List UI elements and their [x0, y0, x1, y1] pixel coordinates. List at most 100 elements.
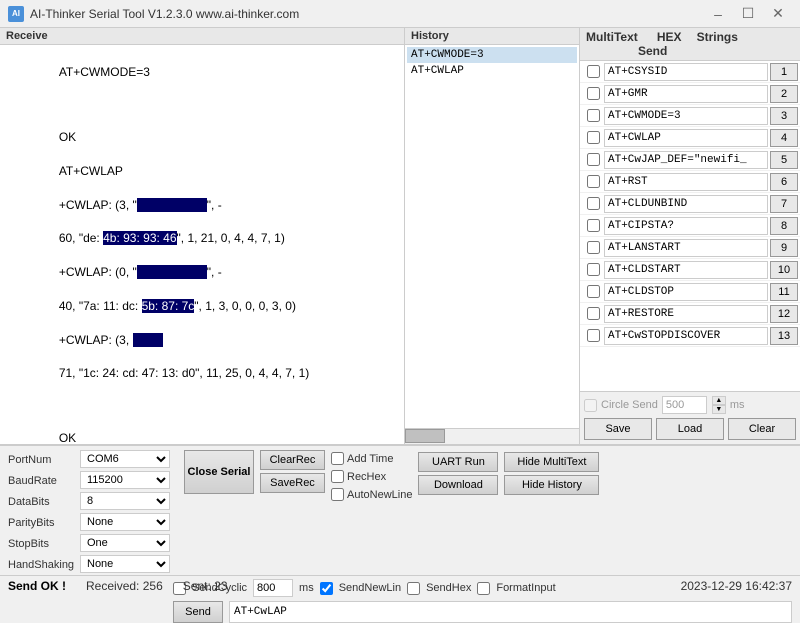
mt-send-btn-2[interactable]: 2 [770, 85, 798, 103]
mt-checkbox-11[interactable] [582, 285, 604, 298]
history-list[interactable]: AT+CWMODE=3 AT+CWLAP [405, 45, 579, 428]
mt-row-9: 9 [580, 237, 800, 259]
mt-check-3[interactable] [587, 109, 600, 122]
mt-checkbox-9[interactable] [582, 241, 604, 254]
format-input-checkbox[interactable] [477, 582, 490, 595]
circle-send-input[interactable] [662, 396, 707, 414]
mt-input-6[interactable] [604, 173, 768, 191]
mt-input-1[interactable] [604, 63, 768, 81]
history-label: History [405, 28, 579, 45]
mt-checkbox-6[interactable] [582, 175, 604, 188]
autonewline-row: AutoNewLine [331, 488, 412, 501]
mt-send-btn-6[interactable]: 6 [770, 173, 798, 191]
baudrate-select[interactable]: 115200 [80, 471, 170, 489]
mt-input-4[interactable] [604, 129, 768, 147]
mt-input-5[interactable] [604, 151, 768, 169]
rechex-checkbox[interactable] [331, 470, 344, 483]
mt-check-12[interactable] [587, 307, 600, 320]
hide-multitext-button[interactable]: Hide MultiText [504, 452, 599, 472]
mt-input-13[interactable] [604, 327, 768, 345]
mt-checkbox-2[interactable] [582, 87, 604, 100]
mt-send-btn-10[interactable]: 10 [770, 261, 798, 279]
mt-clear-button[interactable]: Clear [728, 418, 796, 440]
mt-hex-header: HEX [657, 30, 682, 44]
mt-input-9[interactable] [604, 239, 768, 257]
mt-checkbox-10[interactable] [582, 263, 604, 276]
mt-checkbox-7[interactable] [582, 197, 604, 210]
mt-checkbox-1[interactable] [582, 65, 604, 78]
clearrec-button[interactable]: ClearRec [260, 450, 325, 470]
send-button[interactable]: Send [173, 601, 223, 623]
mt-check-8[interactable] [587, 219, 600, 232]
mt-load-button[interactable]: Load [656, 418, 724, 440]
mt-row-5: 5 [580, 149, 800, 171]
mt-save-button[interactable]: Save [584, 418, 652, 440]
circle-spin-down[interactable]: ▼ [712, 405, 726, 414]
close-button[interactable]: ✕ [764, 0, 792, 28]
portnum-select[interactable]: COM6 [80, 450, 170, 468]
mt-send-btn-8[interactable]: 8 [770, 217, 798, 235]
mt-send-btn-3[interactable]: 3 [770, 107, 798, 125]
mt-check-2[interactable] [587, 87, 600, 100]
send-hex-checkbox[interactable] [407, 582, 420, 595]
saverec-button[interactable]: SaveRec [260, 473, 325, 493]
send-input[interactable] [229, 601, 792, 623]
mt-send-btn-13[interactable]: 13 [770, 327, 798, 345]
uart-run-button[interactable]: UART Run [418, 452, 498, 472]
mt-check-5[interactable] [587, 153, 600, 166]
stopbits-select[interactable]: One [80, 534, 170, 552]
paritybits-select[interactable]: None [80, 513, 170, 531]
mt-check-11[interactable] [587, 285, 600, 298]
mt-check-6[interactable] [587, 175, 600, 188]
maximize-button[interactable]: ☐ [734, 0, 762, 28]
mt-input-12[interactable] [604, 305, 768, 323]
mt-send-btn-5[interactable]: 5 [770, 151, 798, 169]
mt-checkbox-13[interactable] [582, 329, 604, 342]
mt-checkbox-3[interactable] [582, 109, 604, 122]
handshaking-select[interactable]: None [80, 555, 170, 573]
add-time-checkbox[interactable] [331, 452, 344, 465]
mt-check-9[interactable] [587, 241, 600, 254]
receive-panel: Receive AT+CWMODE=3 OK AT+CWLAP +CWLAP: … [0, 28, 405, 444]
paritybits-label: ParityBits [8, 513, 78, 533]
mt-check-10[interactable] [587, 263, 600, 276]
mt-checkbox-5[interactable] [582, 153, 604, 166]
mt-row-12: 12 [580, 303, 800, 325]
mt-check-1[interactable] [587, 65, 600, 78]
mt-row-4: 4 [580, 127, 800, 149]
mt-checkbox-12[interactable] [582, 307, 604, 320]
mt-input-8[interactable] [604, 217, 768, 235]
mt-input-7[interactable] [604, 195, 768, 213]
circle-send-checkbox[interactable] [584, 399, 597, 412]
minimize-button[interactable]: – [704, 0, 732, 28]
mt-send-btn-12[interactable]: 12 [770, 305, 798, 323]
mt-check-13[interactable] [587, 329, 600, 342]
hide-history-button[interactable]: Hide History [504, 475, 599, 495]
close-serial-button[interactable]: Close Serial [184, 450, 254, 494]
mt-send-btn-7[interactable]: 7 [770, 195, 798, 213]
mt-checkbox-8[interactable] [582, 219, 604, 232]
send-newlin-checkbox[interactable] [320, 582, 333, 595]
circle-spin-up[interactable]: ▲ [712, 396, 726, 405]
redacted-5 [133, 333, 163, 347]
received-value: 256 [143, 579, 163, 593]
send-hex-label: SendHex [426, 582, 471, 594]
mt-check-4[interactable] [587, 131, 600, 144]
history-item-1[interactable]: AT+CWMODE=3 [407, 47, 577, 63]
mt-check-7[interactable] [587, 197, 600, 210]
mt-send-btn-4[interactable]: 4 [770, 129, 798, 147]
mt-send-btn-11[interactable]: 11 [770, 283, 798, 301]
mt-input-3[interactable] [604, 107, 768, 125]
circle-send-ms: ms [730, 399, 745, 411]
autonewline-checkbox[interactable] [331, 488, 344, 501]
mt-input-2[interactable] [604, 85, 768, 103]
history-item-2[interactable]: AT+CWLAP [407, 63, 577, 79]
mt-send-btn-1[interactable]: 1 [770, 63, 798, 81]
databits-select[interactable]: 8 [80, 492, 170, 510]
mt-input-11[interactable] [604, 283, 768, 301]
mt-send-btn-9[interactable]: 9 [770, 239, 798, 257]
send-cyclic-input[interactable] [253, 579, 293, 597]
mt-checkbox-4[interactable] [582, 131, 604, 144]
download-button[interactable]: Download [418, 475, 498, 495]
mt-input-10[interactable] [604, 261, 768, 279]
